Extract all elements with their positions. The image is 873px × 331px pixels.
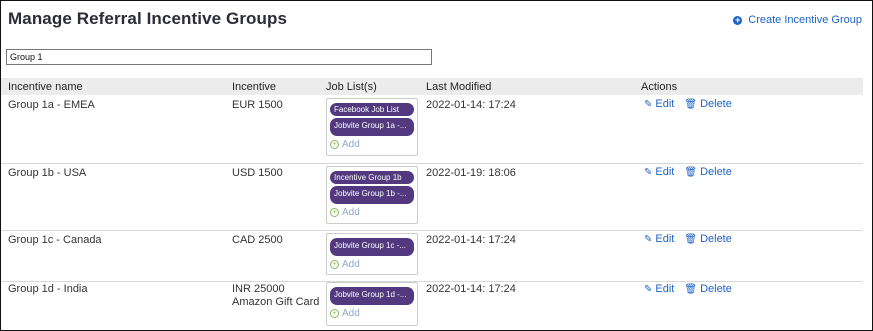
last-modified: 2022-01-14: 17:24 [426,99,516,111]
incentive-name: Group 1b - USA [8,167,87,179]
incentive-amount: USD 1500 [232,167,283,179]
add-job-list-button[interactable]: + Add [330,207,414,218]
incentive-amount: CAD 2500 [232,234,283,246]
last-modified: 2022-01-14: 17:24 [426,283,516,295]
job-list-box: Jobvite Group 1d -... + Add [326,282,418,326]
header-incentive: Incentive [232,81,277,93]
job-list-tag[interactable]: Jobvite Group 1c -... [330,238,414,256]
job-list-tag[interactable]: Jobvite Group 1b -... [330,186,414,204]
trash-icon: 🗑 [684,166,698,178]
incentive-type: Amazon Gift Card [232,296,320,308]
create-incentive-group-label: Create Incentive Group [748,14,862,26]
incentive-amount: INR 25000 [232,283,285,295]
table-header: Incentive name Incentive Job List(s) Las… [1,78,863,95]
job-list-box: Facebook Job List Jobvite Group 1a -... … [326,98,418,156]
table-row: Group 1b - USA USD 1500 Incentive Group … [1,163,863,231]
trash-icon: 🗑 [684,233,698,245]
plus-circle-icon: + [733,14,743,25]
edit-button[interactable]: Edit [655,283,674,295]
table-row: Group 1a - EMEA EUR 1500 Facebook Job Li… [1,95,863,164]
add-label: Add [342,139,360,150]
trash-icon: 🗑 [684,98,698,110]
create-incentive-group-button[interactable]: + Create Incentive Group [733,14,862,26]
edit-button[interactable]: Edit [655,98,674,110]
incentive-amount: EUR 1500 [232,99,283,111]
row-actions: ✎ Edit 🗑 Delete [644,166,742,178]
header-last-modified: Last Modified [426,81,492,93]
row-actions: ✎ Edit 🗑 Delete [644,98,742,110]
header-actions: Actions [641,81,678,93]
plus-circle-icon: + [330,140,339,149]
delete-button[interactable]: Delete [700,166,732,178]
window: Manage Referral Incentive Groups + Creat… [0,0,873,331]
add-label: Add [342,259,360,270]
pencil-icon: ✎ [644,283,653,295]
job-list-tag[interactable]: Facebook Job List [330,103,414,116]
page-title: Manage Referral Incentive Groups [8,9,288,28]
delete-button[interactable]: Delete [700,233,732,245]
header-job-lists: Job List(s) [326,81,377,93]
pencil-icon: ✎ [644,233,653,245]
plus-circle-icon: + [330,260,339,269]
job-list-tag[interactable]: Incentive Group 1b [330,171,414,184]
add-label: Add [342,207,360,218]
incentive-name: Group 1a - EMEA [8,99,95,111]
delete-button[interactable]: Delete [700,98,732,110]
pencil-icon: ✎ [644,166,653,178]
add-job-list-button[interactable]: + Add [330,259,414,270]
pencil-icon: ✎ [644,98,653,110]
last-modified: 2022-01-14: 17:24 [426,234,516,246]
last-modified: 2022-01-19: 18:06 [426,167,516,179]
plus-circle-icon: + [330,309,339,318]
table-row: Group 1c - Canada CAD 2500 Jobvite Group… [1,230,863,282]
add-label: Add [342,308,360,319]
header-incentive-name: Incentive name [8,81,83,93]
incentive-name: Group 1d - India [8,283,88,295]
search-input[interactable] [6,49,432,65]
row-actions: ✎ Edit 🗑 Delete [644,283,742,295]
edit-button[interactable]: Edit [655,166,674,178]
trash-icon: 🗑 [684,283,698,295]
add-job-list-button[interactable]: + Add [330,308,414,319]
row-actions: ✎ Edit 🗑 Delete [644,233,742,245]
table-row: Group 1d - India INR 25000 Amazon Gift C… [1,281,863,330]
job-list-tag[interactable]: Jobvite Group 1a -... [330,118,414,136]
add-job-list-button[interactable]: + Add [330,139,414,150]
job-list-tag[interactable]: Jobvite Group 1d -... [330,287,414,305]
job-list-box: Incentive Group 1b Jobvite Group 1b -...… [326,166,418,224]
incentive-name: Group 1c - Canada [8,234,102,246]
delete-button[interactable]: Delete [700,283,732,295]
job-list-box: Jobvite Group 1c -... + Add [326,233,418,275]
edit-button[interactable]: Edit [655,233,674,245]
plus-circle-icon: + [330,208,339,217]
